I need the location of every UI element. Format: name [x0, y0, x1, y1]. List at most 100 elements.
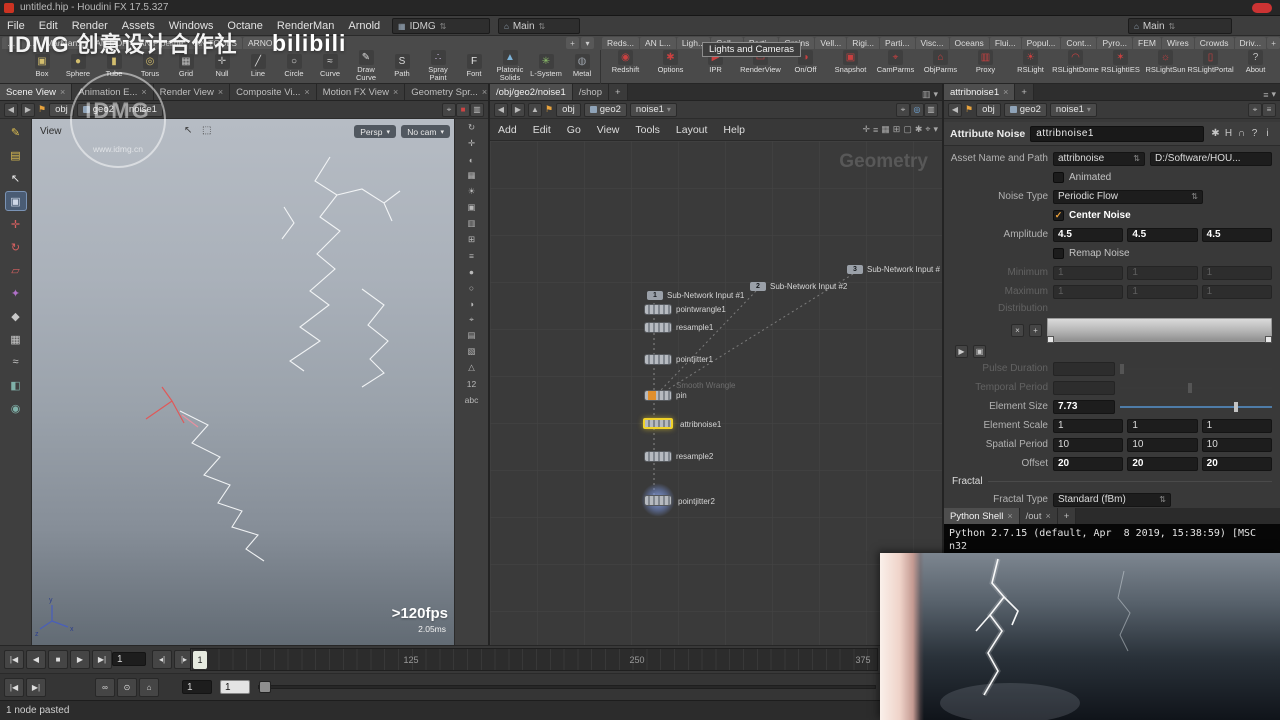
- display-menu-icon[interactable]: ≡: [462, 248, 482, 263]
- grid-snap-icon[interactable]: ▦: [881, 124, 890, 135]
- viewport-layout-icon[interactable]: ◧: [5, 375, 27, 395]
- tree-list-icon[interactable]: ≡: [873, 125, 878, 135]
- wrench-icon[interactable]: ✛: [862, 124, 870, 135]
- select-arrow-icon[interactable]: ↖: [5, 168, 27, 188]
- pane-tab[interactable]: Scene View ×: [0, 84, 73, 100]
- range-start-field[interactable]: 1: [182, 680, 212, 694]
- amplitude-y-field[interactable]: 4.5: [1127, 227, 1198, 242]
- spinner-icon[interactable]: ⇅: [1169, 22, 1176, 31]
- noise-type-dropdown[interactable]: Periodic Flow ⇅: [1053, 189, 1203, 204]
- hda-icon[interactable]: H: [1222, 128, 1235, 139]
- play-button[interactable]: ▶: [70, 650, 90, 669]
- gear-icon[interactable]: ✱: [1209, 128, 1222, 139]
- origin-gnomon-icon[interactable]: ⌖: [462, 312, 482, 327]
- magnet-icon[interactable]: ∩: [1235, 128, 1248, 139]
- pin-icon[interactable]: ⌖: [896, 102, 910, 117]
- minimum-y-field[interactable]: 1: [1127, 265, 1198, 280]
- forward-button[interactable]: ▶: [511, 102, 525, 117]
- info-icon[interactable]: i: [1261, 128, 1274, 139]
- pane-tab[interactable]: Geometry Spr... ×: [405, 84, 495, 100]
- spatial-period-z-field[interactable]: 10: [1201, 437, 1272, 452]
- distribution-ramp[interactable]: [1047, 318, 1272, 343]
- tab-python-shell[interactable]: Python Shell ×: [944, 508, 1020, 524]
- slider-handle[interactable]: [1120, 363, 1124, 374]
- breadcrumb-noise1[interactable]: noise1 ▾: [629, 102, 677, 117]
- ramp-add-button[interactable]: +: [1029, 323, 1042, 337]
- fractal-section-header[interactable]: Fractal: [948, 473, 1272, 490]
- previous-keyframe-button[interactable]: ◂|: [152, 650, 172, 669]
- node-pointjitter1[interactable]: [645, 355, 671, 364]
- tab-out[interactable]: /out ×: [1019, 508, 1058, 524]
- color-palette-icon[interactable]: ✱: [915, 124, 923, 135]
- shelf-tool[interactable]: ✶ RSLightIES: [1098, 50, 1143, 74]
- range-end-field[interactable]: 1: [220, 680, 250, 694]
- shelf-tab[interactable]: Crowds: [1194, 37, 1234, 49]
- shelf-tab[interactable]: FEM: [1133, 37, 1161, 49]
- keyframe-icon[interactable]: ◆: [5, 306, 27, 326]
- pane-tab[interactable]: Render View ×: [153, 84, 231, 100]
- pane-menu-icon[interactable]: ▾: [933, 124, 938, 135]
- menu-icon[interactable]: ≡: [1262, 102, 1276, 117]
- shelf-tab[interactable]: Visc...: [915, 37, 949, 49]
- shelf-tool[interactable]: ✱ Options: [648, 50, 693, 74]
- minimum-x-field[interactable]: 1: [1053, 265, 1124, 280]
- subnet-input-badge[interactable]: 1: [647, 291, 663, 300]
- jump-to-end-button[interactable]: ▶|: [92, 650, 112, 669]
- secure-selection-icon[interactable]: ▣: [4, 191, 27, 211]
- lighting-icon[interactable]: ☀: [462, 184, 482, 199]
- element-scale-x-field[interactable]: 1: [1053, 418, 1124, 433]
- node-pointwrangle1[interactable]: [645, 305, 671, 314]
- pulse-duration-field[interactable]: [1053, 361, 1115, 376]
- temporal-period-slider[interactable]: [1120, 381, 1272, 395]
- shelf-tab[interactable]: AN L...: [639, 37, 676, 49]
- close-icon[interactable]: ×: [304, 87, 309, 97]
- asset-name-dropdown[interactable]: attribnoise ⇅: [1053, 151, 1145, 166]
- desktop-selector[interactable]: ▦ IDMG ⇅: [392, 18, 490, 34]
- temporal-period-field[interactable]: [1053, 380, 1115, 395]
- range-slider-handle[interactable]: [259, 681, 271, 693]
- shelf-tool[interactable]: ◠ RSLightDome: [1052, 50, 1099, 74]
- rotate-tool-icon[interactable]: ↻: [5, 237, 27, 257]
- grid-display-icon[interactable]: ▦: [462, 168, 482, 183]
- shelf-tool[interactable]: ╱ Line: [240, 54, 276, 78]
- vertices-display-icon[interactable]: ○: [462, 280, 482, 295]
- center-noise-checkbox[interactable]: ✓: [1053, 210, 1064, 221]
- new-tab-button[interactable]: +: [1015, 84, 1034, 100]
- pane-tab[interactable]: Composite Vi... ×: [230, 84, 317, 100]
- notes-pencil-icon[interactable]: ✎: [5, 122, 27, 142]
- new-tab-button[interactable]: +: [608, 84, 628, 100]
- close-icon[interactable]: ×: [393, 87, 398, 97]
- menu-item[interactable]: Edit: [525, 124, 559, 136]
- snap-grid-icon[interactable]: ▦: [5, 329, 27, 349]
- current-frame-field[interactable]: 1: [112, 652, 146, 666]
- maximum-y-field[interactable]: 1: [1127, 284, 1198, 299]
- close-icon[interactable]: ×: [1003, 87, 1008, 97]
- shade-mode-icon[interactable]: ◐: [462, 152, 482, 167]
- shelf-tool[interactable]: ○ Circle: [276, 54, 312, 78]
- range-start-button[interactable]: |◀: [4, 678, 24, 697]
- tile-layout-icon[interactable]: ⊞: [893, 124, 901, 135]
- slider-handle[interactable]: [1234, 401, 1238, 412]
- pulse-duration-slider[interactable]: [1120, 362, 1272, 376]
- marker-icon[interactable]: ▤: [5, 145, 27, 165]
- shelf-tool[interactable]: ✎ Draw Curve: [348, 50, 384, 82]
- shelf-tool[interactable]: S Path: [384, 54, 420, 78]
- menu-item[interactable]: Layout: [668, 124, 716, 136]
- shelf-tool[interactable]: ☼ RSLightSun: [1143, 50, 1188, 74]
- realtime-toggle[interactable]: ⊙: [117, 678, 137, 697]
- offset-x-field[interactable]: 20: [1053, 456, 1124, 471]
- network-canvas[interactable]: Geometry 1 Sub-Network Input #1 2 Sub-Ne…: [490, 141, 942, 645]
- range-end-button[interactable]: ▶|: [26, 678, 46, 697]
- stop-render-icon[interactable]: ■: [456, 102, 470, 117]
- loop-toggle[interactable]: ∞: [95, 678, 115, 697]
- back-button[interactable]: ◀: [4, 102, 18, 117]
- shelf-tool[interactable]: ? About: [1233, 50, 1278, 74]
- add-shelf-tab-button[interactable]: +: [566, 37, 579, 49]
- panel-icon[interactable]: ▥: [470, 102, 484, 117]
- offset-z-field[interactable]: 20: [1201, 456, 1272, 471]
- ramp-expand-button[interactable]: ▶: [955, 345, 968, 358]
- stop-button[interactable]: ■: [48, 650, 68, 669]
- panel-icon[interactable]: ▥: [924, 102, 938, 117]
- high-quality-icon[interactable]: ▣: [462, 200, 482, 215]
- node-resample1[interactable]: [645, 323, 671, 332]
